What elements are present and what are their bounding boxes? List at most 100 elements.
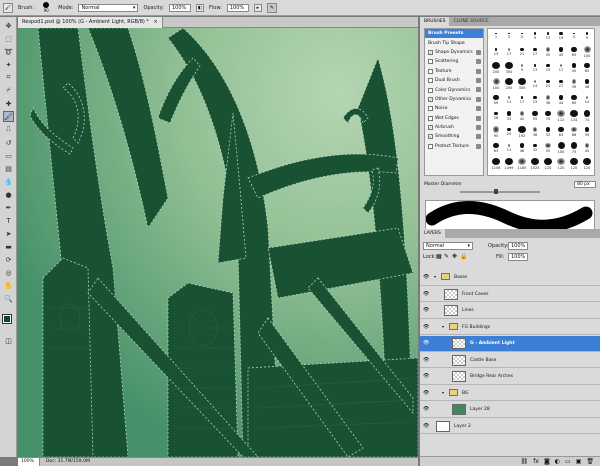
brush-preset[interactable]: 100 [490, 78, 502, 90]
tab-clone-source[interactable]: CLONE SOURCE [449, 17, 492, 26]
slider-handle[interactable] [494, 189, 498, 194]
brush-preset[interactable]: 45 [568, 62, 580, 74]
visibility-eye-icon[interactable]: 👁 [423, 341, 429, 346]
visibility-eye-icon[interactable]: 👁 [423, 308, 429, 313]
brush-preset[interactable]: 13 [542, 30, 554, 42]
checkbox[interactable]: ✓ [428, 125, 433, 131]
brush-preset[interactable]: 60 [568, 94, 580, 106]
layer-opacity-input[interactable]: 100% [508, 242, 528, 250]
expand-triangle-icon[interactable]: ▾ [442, 324, 444, 329]
brush-preset[interactable]: 1106 [490, 158, 502, 170]
brush-preset[interactable]: 45 [555, 46, 567, 58]
tab-brushes[interactable]: BRUSHES [420, 17, 450, 26]
brush-setting-item[interactable]: ✓ Shape Dynamics [425, 48, 483, 57]
brush-preset[interactable]: 3 [503, 30, 515, 42]
visibility-eye-icon[interactable]: 👁 [423, 291, 429, 297]
visibility-eye-icon[interactable]: 👁 [423, 357, 429, 363]
path-select-tool-icon[interactable]: ➤ [3, 228, 14, 239]
brush-preset[interactable]: 120 [555, 158, 567, 170]
lock-icon[interactable] [476, 96, 481, 102]
layer-row[interactable]: 👁 Layer 2 [420, 419, 600, 434]
visibility-eye-icon[interactable]: 👁 [423, 407, 429, 412]
brush-preset[interactable]: 27 [529, 46, 541, 58]
close-tab-icon[interactable]: × [154, 19, 158, 25]
checkbox[interactable]: ✓ [428, 134, 433, 140]
zoom-level-input[interactable]: 100% [18, 458, 40, 466]
layer-group-row[interactable]: 👁 ▾ BG [420, 386, 600, 401]
brush-preset[interactable]: 33 [542, 126, 554, 138]
add-mask-icon[interactable]: ◙ [544, 458, 550, 465]
brush-preset[interactable]: 5 [516, 30, 528, 42]
3d-rotate-tool-icon[interactable]: ⟳ [3, 254, 14, 265]
brush-preset[interactable]: 66 [568, 126, 580, 138]
lock-transparent-icon[interactable]: ▦ [436, 253, 442, 260]
blur-tool-icon[interactable]: 💧 [3, 176, 14, 187]
brush-preset[interactable]: 300 [503, 62, 515, 74]
brush-preset[interactable]: 120 [568, 158, 580, 170]
brush-preset[interactable]: 1185 [516, 158, 528, 170]
brush-preset[interactable]: 44 [555, 94, 567, 106]
layer-row[interactable]: 👁 G - Ambient Light [420, 336, 600, 352]
brush-preset[interactable]: 27 [555, 78, 567, 90]
brush-preset[interactable]: 1525 [529, 158, 541, 170]
brush-preset[interactable]: 42 [516, 110, 528, 122]
3d-orbit-tool-icon[interactable]: ◎ [3, 267, 14, 278]
brush-preset[interactable]: 55 [542, 142, 554, 154]
brush-setting-item[interactable]: ✓ Airbrush [425, 123, 483, 132]
expand-triangle-icon[interactable]: ▾ [434, 274, 436, 279]
move-tool-icon[interactable]: ✥ [3, 20, 14, 31]
brush-preset[interactable]: 14 [581, 94, 593, 106]
new-group-icon[interactable]: ▭ [565, 458, 571, 465]
brush-preset[interactable]: 14 [529, 78, 541, 90]
brush-setting-item[interactable]: Protect Texture [425, 142, 483, 151]
layer-group-row[interactable]: 👁 ▾ FG Buildings [420, 320, 600, 335]
history-brush-tool-icon[interactable]: ↺ [3, 137, 14, 148]
brush-preset[interactable]: 17 [503, 46, 515, 58]
brush-preset[interactable]: 32 [529, 142, 541, 154]
lock-icon[interactable] [476, 124, 481, 130]
document-tab[interactable]: Respod1.psd @ 100% (G - Ambient Light, R… [18, 16, 163, 28]
brush-preset[interactable]: 11 [503, 94, 515, 106]
blend-mode-select[interactable]: Normal [423, 242, 473, 250]
eraser-tool-icon[interactable]: ▭ [3, 150, 14, 161]
brush-preset[interactable]: 45 [581, 142, 593, 154]
brush-preset[interactable]: 36 [542, 94, 554, 106]
gradient-tool-icon[interactable]: ▤ [3, 163, 14, 174]
trash-icon[interactable]: 🗑 [586, 458, 594, 465]
brush-preset[interactable]: 17 [516, 94, 528, 106]
checkbox[interactable]: ✓ [428, 49, 433, 55]
lock-position-icon[interactable]: ✥ [452, 253, 457, 260]
brush-preset[interactable]: 46 [581, 78, 593, 90]
quick-mask-icon[interactable]: ◫ [3, 335, 14, 346]
brush-preset[interactable]: 26 [490, 110, 502, 122]
visibility-eye-icon[interactable]: 👁 [423, 275, 429, 280]
brush-preset[interactable]: 63 [490, 142, 502, 154]
checkbox[interactable] [428, 87, 433, 93]
lasso-tool-icon[interactable]: ➰ [3, 46, 14, 57]
marquee-tool-icon[interactable]: ⬚ [3, 33, 14, 44]
brush-setting-item[interactable]: Dual Brush [425, 76, 483, 85]
layer-row[interactable]: 👁 Lines [420, 303, 600, 319]
checkbox[interactable] [428, 68, 433, 74]
fill-input[interactable]: 100% [508, 253, 528, 261]
opacity-input[interactable]: 100% [169, 3, 191, 12]
new-layer-icon[interactable]: ▣ [576, 458, 582, 465]
brush-preset[interactable]: 300 [516, 78, 528, 90]
brush-preset[interactable]: 95 [490, 126, 502, 138]
brush-preset[interactable]: 100 [555, 142, 567, 154]
brush-preset[interactable]: 48 [516, 142, 528, 154]
layer-style-icon[interactable]: fx [533, 458, 539, 465]
brush-setting-item[interactable]: ✓ Other Dynamics [425, 95, 483, 104]
layer-row[interactable]: 👁 Bridge Rear Arches [420, 369, 600, 385]
visibility-eye-icon[interactable]: 👁 [423, 390, 429, 396]
lock-icon[interactable] [476, 115, 481, 121]
brush-preset[interactable]: 120 [581, 158, 593, 170]
lock-icon[interactable] [476, 87, 481, 93]
lock-icon[interactable] [476, 143, 481, 149]
brush-preset[interactable]: 13 [529, 62, 541, 74]
brush-preset[interactable]: 11 [503, 142, 515, 154]
tab-layers[interactable]: LAYERS [420, 229, 445, 238]
flow-slider-icon[interactable]: ▸ [253, 3, 262, 12]
brush-preset[interactable]: 23 [529, 94, 541, 106]
brush-preset[interactable]: 39 [568, 78, 580, 90]
